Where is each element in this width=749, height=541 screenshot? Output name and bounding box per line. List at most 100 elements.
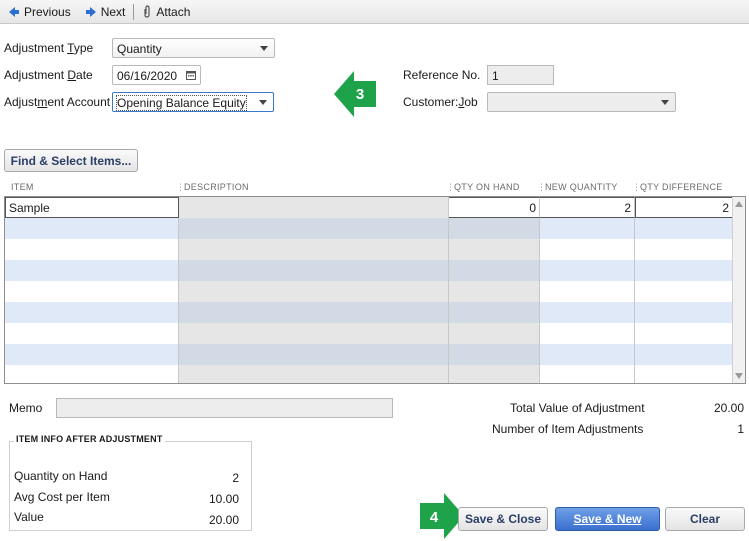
table-row[interactable]: Sample 0 2 2 (5, 197, 733, 218)
table-row[interactable] (5, 344, 733, 365)
item-info-title: ITEM INFO AFTER ADJUSTMENT (14, 434, 165, 444)
table-cell[interactable] (449, 260, 540, 281)
table-cell[interactable] (635, 239, 733, 260)
calendar-icon[interactable] (186, 70, 196, 80)
table-cell[interactable] (5, 302, 179, 323)
find-select-items-label: Find & Select Items... (10, 153, 132, 168)
table-cell[interactable] (5, 281, 179, 302)
avg-cost-value: 10.00 (208, 492, 239, 506)
cell-description[interactable] (179, 197, 449, 218)
find-select-items-button[interactable]: Find & Select Items... (4, 149, 138, 172)
table-row[interactable] (5, 323, 733, 344)
table-cell[interactable] (540, 323, 635, 344)
table-cell[interactable] (540, 344, 635, 365)
arrow-left-icon (9, 6, 19, 17)
cell-new-quantity[interactable]: 2 (540, 197, 635, 218)
cell-item[interactable]: Sample (5, 197, 179, 218)
adjustment-date-label: Adjustment Date (4, 68, 93, 82)
table-cell[interactable] (635, 323, 733, 344)
table-cell[interactable] (5, 239, 179, 260)
vertical-scrollbar[interactable] (732, 197, 745, 383)
adjustment-type-label: Adjustment Type (4, 41, 94, 55)
table-cell[interactable] (179, 218, 449, 239)
paperclip-icon (144, 4, 150, 18)
table-row[interactable] (5, 281, 733, 302)
step-4-number: 4 (430, 509, 439, 526)
table-cell[interactable] (179, 281, 449, 302)
total-value: 20.00 (713, 401, 744, 415)
table-cell[interactable] (5, 323, 179, 344)
grid-header: ITEM ⋮ DESCRIPTION ⋮ QTY ON HAND ⋮ NEW Q… (4, 180, 746, 196)
table-cell[interactable] (449, 344, 540, 365)
table-cell[interactable] (635, 281, 733, 302)
table-cell[interactable] (449, 218, 540, 239)
attach-label: Attach (156, 4, 191, 19)
table-cell[interactable] (449, 302, 540, 323)
column-header-qty-difference[interactable]: QTY DIFFERENCE (640, 182, 723, 192)
adjustment-type-select[interactable]: Quantity (112, 38, 275, 58)
next-button[interactable]: Next (81, 2, 130, 22)
table-cell[interactable] (5, 365, 179, 383)
table-cell[interactable] (179, 239, 449, 260)
scroll-up-icon[interactable] (735, 201, 743, 207)
table-cell[interactable] (635, 365, 733, 383)
column-header-new-quantity[interactable]: NEW QUANTITY (545, 182, 618, 192)
save-close-label: Save & Close (464, 512, 542, 526)
save-new-button[interactable]: Save & New (555, 507, 660, 531)
column-header-qty-on-hand[interactable]: QTY ON HAND (454, 182, 520, 192)
previous-button[interactable]: Previous (4, 2, 75, 22)
clear-button[interactable]: Clear (665, 507, 745, 531)
table-cell[interactable] (540, 365, 635, 383)
next-label: Next (100, 4, 126, 19)
table-cell[interactable] (179, 260, 449, 281)
toolbar-divider (133, 3, 135, 20)
adjustment-date-field[interactable]: 06/16/2020 (112, 65, 201, 85)
table-row[interactable] (5, 239, 733, 260)
table-cell[interactable] (540, 239, 635, 260)
table-cell[interactable] (449, 281, 540, 302)
table-cell[interactable] (635, 344, 733, 365)
table-cell[interactable] (540, 218, 635, 239)
step-3-number: 3 (356, 86, 364, 103)
table-row[interactable] (5, 365, 733, 383)
table-row[interactable] (5, 302, 733, 323)
avg-cost-label: Avg Cost per Item (14, 490, 110, 504)
cell-qty-on-hand[interactable]: 0 (449, 197, 540, 218)
table-cell[interactable] (540, 281, 635, 302)
table-row[interactable] (5, 218, 733, 239)
chevron-down-icon (259, 100, 267, 105)
table-cell[interactable] (449, 323, 540, 344)
clear-label: Clear (689, 512, 721, 526)
table-cell[interactable] (449, 365, 540, 383)
table-cell[interactable] (5, 218, 179, 239)
table-cell[interactable] (5, 344, 179, 365)
table-cell[interactable] (179, 302, 449, 323)
adjustment-account-select[interactable]: Opening Balance Equity (112, 92, 274, 112)
attach-button[interactable]: Attach (138, 2, 194, 22)
toolbar: Previous Next Attach (0, 0, 749, 24)
column-header-description[interactable]: DESCRIPTION (184, 182, 249, 192)
customer-job-label: Customer:Job (403, 95, 478, 109)
memo-input[interactable] (56, 398, 393, 418)
reference-no-field[interactable]: 1 (487, 65, 554, 85)
table-cell[interactable] (449, 239, 540, 260)
table-cell[interactable] (635, 260, 733, 281)
column-header-item[interactable]: ITEM (11, 182, 34, 192)
table-cell[interactable] (635, 302, 733, 323)
qty-on-hand-value: 2 (232, 471, 239, 485)
save-close-button[interactable]: Save & Close (458, 507, 548, 531)
scroll-down-icon[interactable] (735, 373, 743, 379)
chevron-down-icon (260, 46, 268, 51)
table-cell[interactable] (179, 365, 449, 383)
customer-job-select[interactable] (487, 92, 676, 112)
table-cell[interactable] (179, 323, 449, 344)
value-value: 20.00 (208, 513, 239, 527)
table-cell[interactable] (540, 302, 635, 323)
table-cell[interactable] (540, 260, 635, 281)
cell-qty-difference[interactable]: 2 (635, 197, 733, 218)
table-cell[interactable] (635, 218, 733, 239)
table-cell[interactable] (5, 260, 179, 281)
table-row[interactable] (5, 260, 733, 281)
table-cell[interactable] (179, 344, 449, 365)
adjustment-date-value: 06/16/2020 (117, 69, 178, 83)
